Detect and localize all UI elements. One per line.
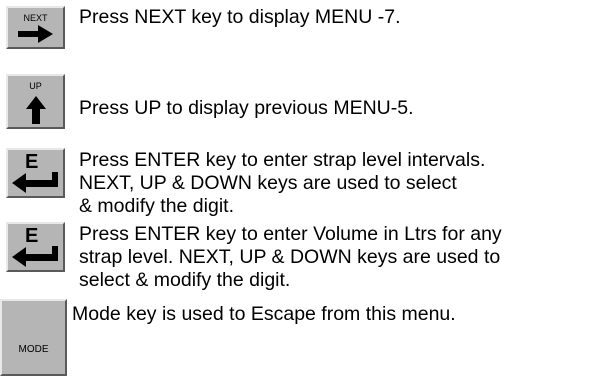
enter-key-label: E: [25, 151, 39, 173]
enter-volume-line-3: select & modify the digit.: [79, 269, 291, 291]
mode-key-label: MODE: [18, 344, 49, 355]
next-key-label: NEXT: [23, 13, 48, 23]
mode-key[interactable]: MODE: [0, 299, 67, 376]
up-key[interactable]: UP: [6, 74, 65, 129]
mode-instruction-text: Mode key is used to Escape from this men…: [72, 303, 456, 325]
enter-strap-line-2: NEXT, UP & DOWN keys are used to select: [79, 172, 457, 194]
enter-strap-line-3: & modify the digit.: [79, 195, 234, 217]
enter-key[interactable]: E: [6, 222, 65, 272]
enter-strap-line-1: Press ENTER key to enter strap level int…: [79, 149, 486, 171]
right-arrow-icon: [18, 25, 53, 43]
enter-arrow-icon: [12, 246, 58, 267]
next-instruction-text: Press NEXT key to display MENU -7.: [79, 6, 401, 28]
enter-volume-line-1: Press ENTER key to enter Volume in Ltrs …: [79, 223, 502, 245]
enter-key[interactable]: E: [6, 148, 65, 198]
up-instruction-text: Press UP to display previous MENU-5.: [79, 97, 414, 119]
enter-volume-line-2: strap level. NEXT, UP & DOWN keys are us…: [79, 246, 501, 268]
up-key-label: UP: [29, 81, 42, 91]
enter-arrow-icon: [12, 172, 58, 193]
next-key[interactable]: NEXT: [6, 6, 65, 49]
enter-key-label: E: [25, 225, 39, 247]
up-arrow-icon: [26, 96, 46, 124]
